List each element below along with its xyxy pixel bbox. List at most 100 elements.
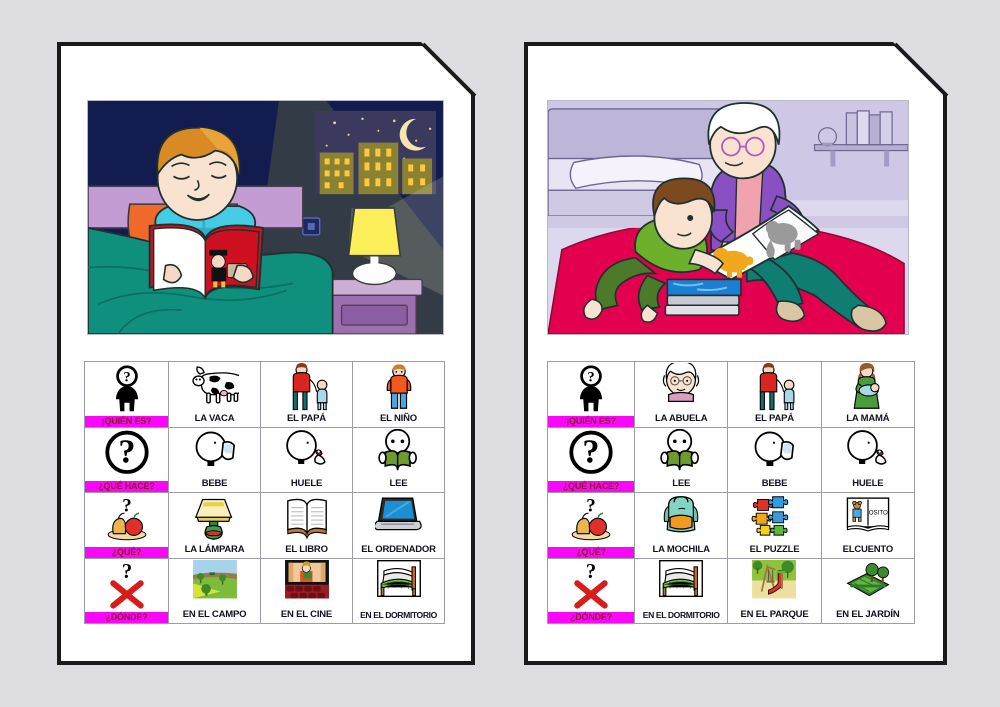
countryside-icon <box>192 559 237 599</box>
pictogram-art <box>353 362 444 413</box>
question-cell-dónde[interactable]: ¿DÓNDE? <box>547 557 635 624</box>
pictogram-label: EL NIÑO <box>380 412 417 424</box>
pictogram-cell[interactable]: EN EL PARQUE <box>727 557 822 624</box>
pictogram-cell-inner: LA MAMÁ <box>822 362 914 427</box>
pictogram-cell[interactable]: EL PAPÁ <box>727 361 822 428</box>
question-icon-box <box>98 558 155 612</box>
pictogram-cell[interactable]: LEE <box>352 426 445 493</box>
question-cell-qué[interactable]: ¿QUÉ? <box>547 492 635 559</box>
pictogram-art <box>169 559 260 610</box>
pictogram-cell-inner: LA MOCHILA <box>635 493 727 558</box>
pictogram-label: EL LIBRO <box>285 543 328 555</box>
pictogram-cell[interactable]: LA LÁMPARA <box>168 492 261 559</box>
food-question-icon <box>106 495 147 541</box>
pictogram-art <box>822 362 914 413</box>
pictogram-art <box>261 493 352 544</box>
pictogram-cell[interactable]: HUELE <box>820 426 916 493</box>
pictogram-art <box>261 559 352 610</box>
worksheet-sheet-left: ¡QUIÉN ES? LA VACA EL PAPÁ EL NIÑO ¿QUÉ HACE… <box>57 42 477 665</box>
pictogram-art <box>353 493 444 544</box>
question-cell-inner: ¿QUÉ? <box>548 493 634 558</box>
pictogram-row: ¿QUÉ? LA LÁMPARA EL LIBRO EL ORDENADOR <box>84 492 445 559</box>
pictogram-cell-inner: EL NIÑO <box>353 362 444 427</box>
pictogram-label: EL PAPÁ <box>287 412 326 424</box>
pictogram-cell[interactable]: EL PAPÁ <box>260 361 353 428</box>
pictogram-cell[interactable]: BEBE <box>168 426 261 493</box>
pictogram-art <box>635 362 727 413</box>
pictogram-label: LA ABUELA <box>654 412 708 424</box>
pictogram-cell[interactable]: EN EL CINE <box>260 557 353 624</box>
red-cross-question-icon <box>103 561 151 609</box>
pictogram-row: ¿DÓNDE? EN EL DORMITORIO EN EL PARQUE EN EL… <box>547 557 916 624</box>
pictogram-art <box>261 362 352 413</box>
question-icon-box <box>98 493 155 547</box>
pictogram-cell[interactable]: EN EL CAMPO <box>168 557 261 624</box>
pictogram-cell-inner: BEBE <box>169 428 260 493</box>
pictogram-cell[interactable]: BEBE <box>727 426 822 493</box>
father-child-icon <box>292 363 327 411</box>
pictogram-cell[interactable]: LEE <box>633 426 729 493</box>
father-child-icon <box>760 363 795 411</box>
cow-icon <box>191 366 239 404</box>
question-cell-quéhace[interactable]: ¿QUÉ HACE? <box>84 426 169 493</box>
question-cell-dónde[interactable]: ¿DÓNDE? <box>84 557 169 624</box>
question-cell-quiénes[interactable]: ¡QUIÉN ES? <box>84 361 169 428</box>
pictogram-art <box>728 493 820 544</box>
pictogram-cell-inner: EL PUZZLE <box>728 493 820 558</box>
pictogram-cell-inner: EN EL CINE <box>261 559 352 624</box>
pictogram-cell-inner: EN EL PARQUE <box>728 559 820 624</box>
question-label: ¿DÓNDE? <box>85 612 168 623</box>
pictogram-art <box>353 559 444 610</box>
pictogram-art <box>635 559 727 610</box>
pictogram-cell[interactable]: EN EL JARDÍN <box>820 557 916 624</box>
pictogram-cell[interactable]: EL ORDENADOR <box>352 492 445 559</box>
pictogram-art <box>635 428 727 479</box>
pictogram-cell[interactable]: LA MOCHILA <box>633 492 729 559</box>
pictogram-cell[interactable]: LA MAMÁ <box>820 361 916 428</box>
circle-question-icon <box>569 430 613 475</box>
pictogram-cell[interactable]: HUELE <box>260 426 353 493</box>
bed-icon <box>376 559 421 597</box>
question-label: ¿QUÉ? <box>85 546 168 558</box>
pictogram-label: EL PAPÁ <box>755 412 794 424</box>
person-question-icon <box>578 365 604 413</box>
pictogram-label: HUELE <box>852 478 884 489</box>
question-cell-inner: ¿QUÉ HACE? <box>85 427 168 492</box>
pictogram-table-body: ¡QUIÉN ES? LA VACA EL PAPÁ EL NIÑO ¿QUÉ HACE… <box>84 361 445 624</box>
question-icon-box <box>563 493 619 547</box>
red-cross-question-icon <box>567 561 615 609</box>
table-lamp-icon <box>194 499 232 541</box>
pictogram-cell[interactable]: LA VACA <box>168 361 261 428</box>
pictogram-art <box>261 428 352 479</box>
pictogram-cell[interactable]: EL PUZZLE <box>727 492 822 559</box>
question-cell-inner: ¡QUIÉN ES? <box>85 362 168 427</box>
question-icon-box <box>563 362 619 416</box>
question-cell-quiénes[interactable]: ¡QUIÉN ES? <box>547 361 635 428</box>
pictogram-row: ¡QUIÉN ES? LA VACA EL PAPÁ EL NIÑO <box>84 361 445 428</box>
pictogram-label: BEBE <box>201 478 228 489</box>
question-cell-quéhace[interactable]: ¿QUÉ HACE? <box>547 426 635 493</box>
worksheet-sheet-right: ¡QUIÉN ES? LA ABUELA EL PAPÁ LA MAMÁ ¿QUÉ HA… <box>524 42 949 665</box>
pictogram-cell-inner: LA ABUELA <box>635 362 727 427</box>
pictogram-cell[interactable]: EL LIBRO <box>260 492 353 559</box>
pictogram-label: LEE <box>389 478 408 489</box>
pictogram-art <box>728 428 820 479</box>
pictogram-cell[interactable]: EN EL DORMITORIO <box>352 557 445 624</box>
question-cell-inner: ¿DÓNDE? <box>548 558 634 623</box>
question-cell-qué[interactable]: ¿QUÉ? <box>84 492 169 559</box>
pictogram-label: LA VACA <box>194 412 235 424</box>
pictogram-cell[interactable]: EN EL DORMITORIO <box>633 557 729 624</box>
pictogram-row: ¿QUÉ HACE? BEBE HUELE LEE <box>84 426 445 493</box>
pictogram-cell[interactable]: LA ABUELA <box>633 361 729 428</box>
pictogram-cell-inner: EN EL DORMITORIO <box>353 559 444 624</box>
pictogram-row: ¿DÓNDE? EN EL CAMPO EN EL CINE EN EL DORMIT… <box>84 557 445 624</box>
pictogram-cell[interactable]: ELCUENTO <box>820 492 916 559</box>
question-label: ¡QUIÉN ES? <box>85 415 168 427</box>
reading-head-icon <box>660 428 700 471</box>
pictogram-cell[interactable]: EL NIÑO <box>352 361 445 428</box>
pictogram-cell-inner: EN EL DORMITORIO <box>635 559 727 624</box>
boy-icon <box>386 364 411 410</box>
bed-icon <box>659 559 704 597</box>
pictogram-row: ¡QUIÉN ES? LA ABUELA EL PAPÁ LA MAMÁ <box>547 361 916 428</box>
pictogram-art <box>822 428 914 479</box>
